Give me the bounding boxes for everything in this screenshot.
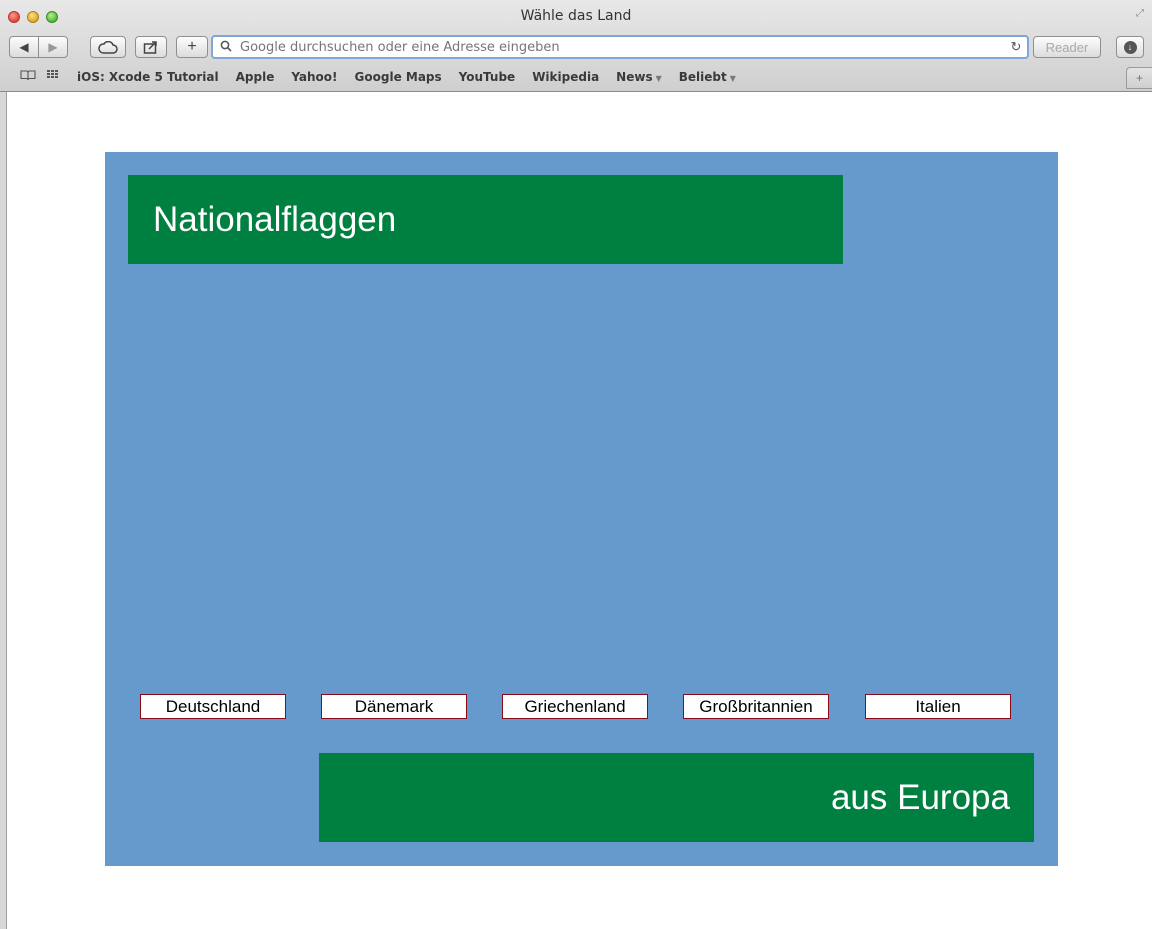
- country-button-italien[interactable]: Italien: [865, 694, 1011, 719]
- page-subtitle: aus Europa: [830, 777, 1010, 817]
- subtitle-banner: aus Europa: [319, 753, 1034, 842]
- new-tab-button[interactable]: +: [1126, 67, 1152, 89]
- country-button-deutschland[interactable]: Deutschland: [140, 694, 286, 719]
- back-arrow-icon: ◀: [19, 40, 29, 54]
- reader-button[interactable]: Reader: [1033, 36, 1101, 58]
- share-icon: [143, 41, 157, 54]
- window-edge: [0, 92, 7, 929]
- fullscreen-icon[interactable]: ⤢: [1136, 8, 1144, 19]
- browser-toolbar: Wähle das Land ⤢ ◀ ▶ + ↻ Reader ↓ iOS: X…: [0, 0, 1152, 92]
- address-bar[interactable]: ↻: [211, 35, 1029, 59]
- back-button[interactable]: ◀: [9, 36, 39, 58]
- caret-down-icon: ▼: [729, 74, 736, 83]
- bookmark-wikipedia[interactable]: Wikipedia: [532, 70, 599, 84]
- add-bookmark-button[interactable]: +: [176, 36, 208, 58]
- top-sites-icon[interactable]: [47, 70, 65, 84]
- icloud-tabs-button[interactable]: [90, 36, 126, 58]
- downloads-button[interactable]: ↓: [1116, 36, 1144, 58]
- bookmark-google-maps[interactable]: Google Maps: [355, 70, 442, 84]
- bookmark-news-menu[interactable]: News ▼: [616, 70, 662, 84]
- country-button-grossbritannien[interactable]: Großbritannien: [683, 694, 829, 719]
- bookmark-apple[interactable]: Apple: [236, 70, 275, 84]
- share-button[interactable]: [135, 36, 167, 58]
- title-banner: Nationalflaggen: [128, 175, 843, 264]
- cloud-icon: [98, 40, 118, 54]
- plus-icon: +: [187, 38, 197, 55]
- bookmark-yahoo[interactable]: Yahoo!: [291, 70, 337, 84]
- bookmark-beliebt-menu[interactable]: Beliebt ▼: [679, 70, 736, 84]
- bookmarks-bar: iOS: Xcode 5 Tutorial Apple Yahoo! Googl…: [0, 64, 1152, 90]
- plus-icon: +: [1135, 71, 1143, 85]
- forward-arrow-icon: ▶: [48, 40, 58, 54]
- search-icon: [220, 40, 236, 55]
- bookmark-beliebt-label: Beliebt: [678, 70, 727, 84]
- download-icon: ↓: [1123, 40, 1137, 54]
- flag-stage: Nationalflaggen Deutschland Dänemark Gri…: [105, 152, 1058, 866]
- country-button-daenemark[interactable]: Dänemark: [321, 694, 467, 719]
- reading-list-icon[interactable]: [20, 69, 38, 85]
- bookmark-news-label: News: [616, 70, 653, 84]
- page-title: Nationalflaggen: [153, 199, 397, 239]
- forward-button[interactable]: ▶: [38, 36, 68, 58]
- country-button-griechenland[interactable]: Griechenland: [502, 694, 648, 719]
- bookmark-ios-xcode[interactable]: iOS: Xcode 5 Tutorial: [77, 70, 219, 84]
- reload-icon[interactable]: ↻: [1005, 39, 1027, 55]
- caret-down-icon: ▼: [655, 74, 662, 83]
- url-input[interactable]: [240, 39, 1005, 55]
- bookmark-youtube[interactable]: YouTube: [459, 70, 516, 84]
- window-title: Wähle das Land: [520, 8, 632, 24]
